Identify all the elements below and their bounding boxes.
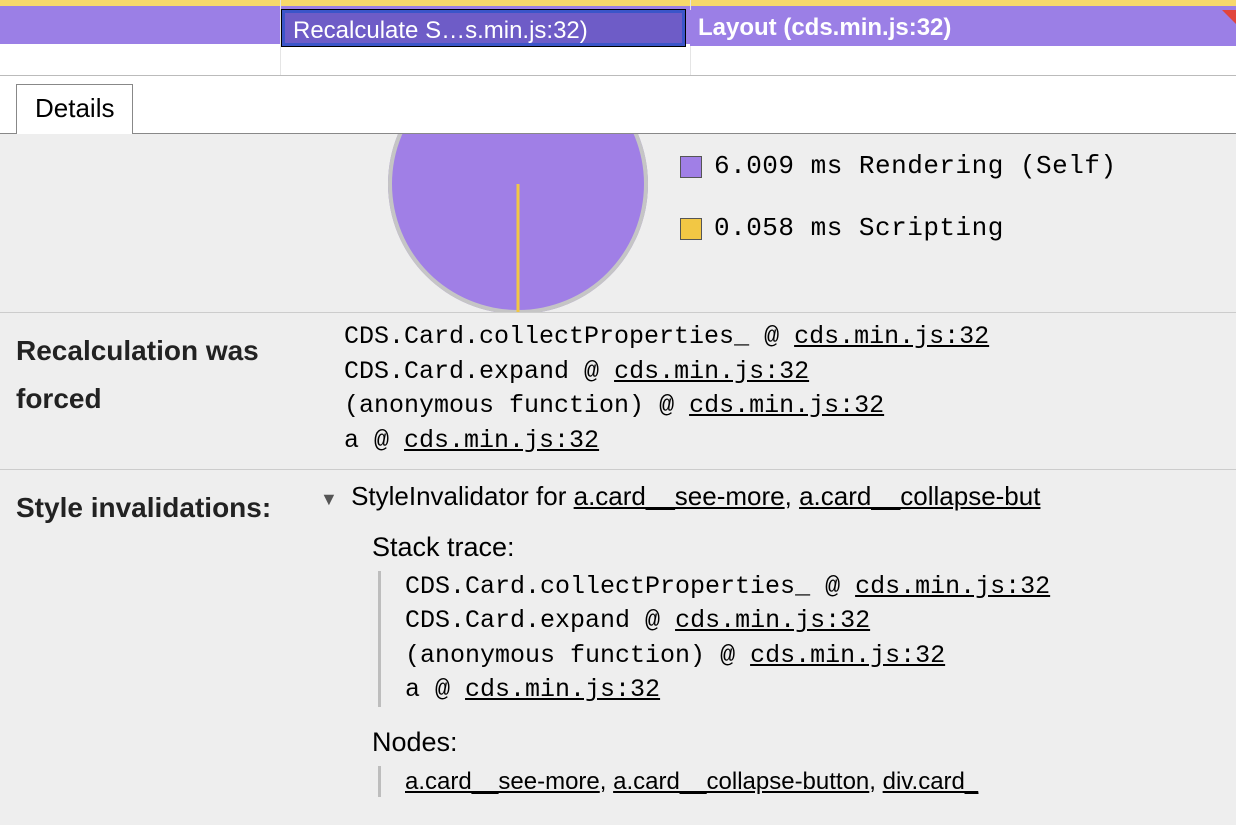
source-link[interactable]: cds.min.js:32 [689,391,884,420]
tab-details[interactable]: Details [16,84,133,134]
swatch-scripting [680,218,702,240]
comma: , [600,768,613,795]
node-link[interactable]: a.card__collapse-button [613,768,869,795]
style-invalidator-header: ▼ StyleInvalidator for a.card__see-more,… [320,480,1236,514]
pie-chart [388,134,648,312]
frame-fn: a [405,675,420,704]
recalculation-forced-stack: CDS.Card.collectProperties_ @ cds.min.js… [300,313,1236,469]
stack-frame: CDS.Card.expand @ cds.min.js:32 [405,605,1236,638]
at-symbol: @ [705,641,750,670]
stack-frame: CDS.Card.collectProperties_ @ cds.min.js… [405,571,1236,604]
legend-scripting-text: 0.058 ms Scripting [714,212,1004,246]
source-link[interactable]: cds.min.js:32 [794,322,989,351]
comma: , [869,768,882,795]
details-tabbar: Details [0,76,1236,134]
source-link[interactable]: cds.min.js:32 [750,641,945,670]
at-symbol: @ [749,322,794,351]
at-symbol: @ [810,572,855,601]
source-link[interactable]: cds.min.js:32 [465,675,660,704]
frame-fn: CDS.Card.collectProperties_ [405,572,810,601]
legend-rendering-text: 6.009 ms Rendering (Self) [714,150,1117,184]
frame-fn: a [344,426,359,455]
style-invalidations-label: Style invalidations: [0,470,300,546]
source-link[interactable]: cds.min.js:32 [855,572,1050,601]
stack-trace-label: Stack trace: [372,530,1236,565]
flame-gridline [280,0,281,75]
stack-frame: CDS.Card.expand @ cds.min.js:32 [344,356,1236,389]
invalidator-prefix: StyleInvalidator for [351,481,574,511]
flamechart-strip[interactable]: Recalculate S…s.min.js:32) Layout (cds.m… [0,0,1236,76]
style-invalidations-content: ▼ StyleInvalidator for a.card__see-more,… [300,470,1236,825]
node-link[interactable]: div.card_ [883,768,979,795]
at-symbol: @ [359,426,404,455]
frame-fn: (anonymous function) [405,641,705,670]
stack-frame: a @ cds.min.js:32 [344,425,1236,458]
swatch-rendering [680,156,702,178]
nodes-block: a.card__see-more, a.card__collapse-butto… [378,766,1236,797]
stack-frame: a @ cds.min.js:32 [405,674,1236,707]
comma: , [785,481,799,511]
recalculation-forced-label: Recalculation was forced [0,313,300,436]
source-link[interactable]: cds.min.js:32 [675,606,870,635]
aggregated-time-label [0,134,300,162]
stack-trace-block: CDS.Card.collectProperties_ @ cds.min.js… [378,571,1236,707]
details-panel: 6.009 ms Rendering (Self) 0.058 ms Scrip… [0,134,1236,825]
frame-fn: CDS.Card.collectProperties_ [344,322,749,351]
flame-recalculate-style[interactable]: Recalculate S…s.min.js:32) [282,10,685,46]
legend-scripting: 0.058 ms Scripting [680,212,1117,246]
warning-icon [1222,10,1236,24]
selector-link[interactable]: a.card__collapse-but [799,481,1040,511]
stack-frame: CDS.Card.collectProperties_ @ cds.min.js… [344,321,1236,354]
legend-rendering: 6.009 ms Rendering (Self) [680,150,1117,184]
frame-fn: CDS.Card.expand [405,606,630,635]
chevron-down-icon[interactable]: ▼ [320,488,338,511]
time-breakdown-pie: 6.009 ms Rendering (Self) 0.058 ms Scrip… [344,134,1236,312]
stack-frame: (anonymous function) @ cds.min.js:32 [344,390,1236,423]
frame-fn: CDS.Card.expand [344,357,569,386]
selector-link[interactable]: a.card__see-more [574,481,785,511]
at-symbol: @ [569,357,614,386]
source-link[interactable]: cds.min.js:32 [614,357,809,386]
frame-fn: (anonymous function) [344,391,644,420]
at-symbol: @ [644,391,689,420]
at-symbol: @ [630,606,675,635]
nodes-label: Nodes: [372,725,1236,760]
source-link[interactable]: cds.min.js:32 [404,426,599,455]
flame-layout[interactable]: Layout (cds.min.js:32) [690,10,1236,46]
at-symbol: @ [420,675,465,704]
node-link[interactable]: a.card__see-more [405,768,600,795]
stack-frame: (anonymous function) @ cds.min.js:32 [405,640,1236,673]
pie-scripting-slice [517,184,520,312]
